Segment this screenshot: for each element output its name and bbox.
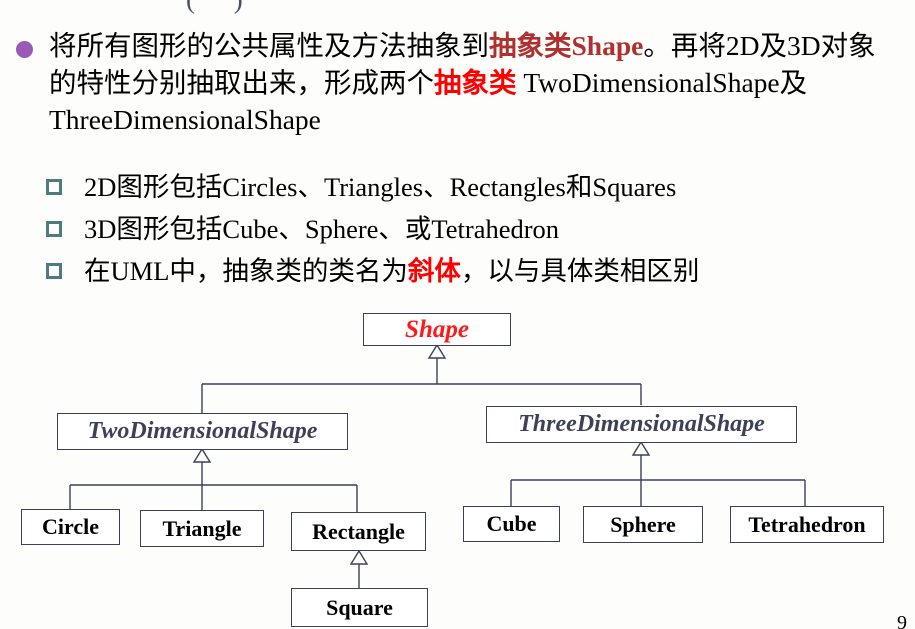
uml-node-square-label: Square	[326, 594, 393, 620]
uml-node-rectangle[interactable]: Rectangle	[291, 512, 426, 551]
sub-bullet-list: 2D图形包括Circles、Triangles、Rectangles和Squar…	[46, 166, 906, 292]
generalization-arrow-rectangle	[349, 549, 369, 565]
sub-bullet-text-1: 3D图形包括Cube、Sphere、或Tetrahedron	[84, 214, 559, 244]
sub-bullet-text-0: 2D图形包括Circles、Triangles、Rectangles和Squar…	[84, 172, 676, 202]
sub-bullet-item-0: 2D图形包括Circles、Triangles、Rectangles和Squar…	[46, 166, 906, 208]
uml-node-sphere[interactable]: Sphere	[583, 506, 703, 543]
uml-node-two-dimensional-shape-label: TwoDimensionalShape	[87, 418, 318, 444]
text-run: ，以与具体类相区别	[460, 256, 700, 286]
text-run: 抽象类	[434, 66, 517, 98]
uml-node-two-dimensional-shape[interactable]: TwoDimensionalShape	[57, 413, 348, 450]
main-bullet: 将所有图形的公共属性及方法抽象到抽象类Shape。再将2D及3D对象的特性分别抽…	[14, 28, 899, 139]
uml-node-cube[interactable]: Cube	[463, 506, 560, 542]
uml-node-three-dimensional-shape-label: ThreeDimensionalShape	[518, 411, 765, 437]
bullet-dot-icon	[16, 41, 33, 58]
uml-node-circle[interactable]: Circle	[21, 509, 120, 545]
uml-node-shape[interactable]: Shape	[363, 313, 511, 346]
generalization-arrow-root	[427, 343, 447, 359]
square-bullet-icon	[46, 221, 62, 237]
generalization-arrow-two-d	[192, 447, 212, 463]
square-bullet-icon	[46, 263, 62, 279]
main-bullet-text: 将所有图形的公共属性及方法抽象到抽象类Shape。再将2D及3D对象的特性分别抽…	[49, 28, 899, 139]
page-number: 9	[897, 612, 907, 629]
uml-node-sphere-label: Sphere	[610, 511, 676, 537]
uml-class-diagram: Shape TwoDimensionalShape ThreeDimension…	[0, 300, 915, 629]
square-bullet-icon	[46, 179, 62, 195]
uml-node-square[interactable]: Square	[291, 588, 428, 627]
uml-node-shape-label: Shape	[405, 315, 469, 343]
top-cutoff-fragment: ( )	[186, 0, 259, 15]
text-run: 3D图形包括Cube、Sphere、或Tetrahedron	[84, 214, 560, 244]
text-run: 斜体	[407, 256, 461, 286]
text-run: 在UML中，抽象类的类名为	[84, 256, 408, 286]
uml-node-tetrahedron[interactable]: Tetrahedron	[730, 506, 884, 543]
sub-bullet-text-2: 在UML中，抽象类的类名为斜体，以与具体类相区别	[84, 256, 699, 286]
uml-node-circle-label: Circle	[41, 514, 99, 539]
text-run: 将所有图形的公共属性及方法抽象到	[49, 30, 489, 61]
generalization-arrow-three-d	[631, 440, 651, 456]
uml-connector-lines	[69, 343, 806, 588]
uml-node-tetrahedron-label: Tetrahedron	[748, 511, 866, 537]
slide-canvas: ( ) 将所有图形的公共属性及方法抽象到抽象类Shape。再将2D及3D对象的特…	[0, 0, 915, 629]
text-run: 抽象类Shape	[489, 30, 644, 61]
text-run: 2D图形包括Circles、Triangles、Rectangles和Squar…	[84, 172, 677, 202]
uml-node-triangle[interactable]: Triangle	[140, 510, 264, 547]
sub-bullet-item-1: 3D图形包括Cube、Sphere、或Tetrahedron	[46, 208, 906, 250]
sub-bullet-item-2: 在UML中，抽象类的类名为斜体，以与具体类相区别	[46, 250, 906, 292]
uml-node-three-dimensional-shape[interactable]: ThreeDimensionalShape	[486, 406, 797, 443]
uml-node-rectangle-label: Rectangle	[312, 518, 405, 544]
uml-node-triangle-label: Triangle	[162, 515, 242, 541]
uml-node-cube-label: Cube	[486, 511, 537, 536]
